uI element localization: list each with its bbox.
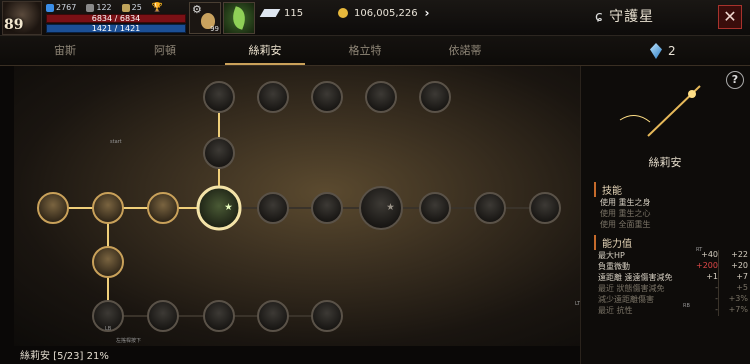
tree-node-unlocked[interactable] <box>92 246 124 278</box>
skills-title: 技能 <box>594 182 622 197</box>
tab-silian[interactable]: 絲莉安 <box>215 36 315 65</box>
attribute-value-current: +40 <box>701 250 718 259</box>
star-icon: ★ <box>224 202 232 213</box>
attribute-row: 減少遠距離傷害 - +3% <box>598 294 748 305</box>
close-button[interactable]: ✕ <box>718 5 742 29</box>
attribute-name: 最近 狀態傷害減免 <box>598 284 665 293</box>
attribute-row: 最近 抗性 - +7% <box>598 305 748 316</box>
leaf-icon <box>229 6 249 30</box>
tab-zeus[interactable]: 宙斯 <box>15 36 115 65</box>
attribute-value-current: - <box>715 305 718 314</box>
pouch-slot[interactable]: ⚙ 99 <box>189 2 221 34</box>
attribute-value-current: +200 <box>696 261 718 270</box>
attack-stat: 2767 <box>46 3 76 12</box>
attribute-value-current: - <box>715 283 718 292</box>
attribute-row: 遠距離 遠遠傷害減免 +1 +7 <box>598 272 748 283</box>
attribute-value-max: +22 <box>718 250 748 261</box>
tree-node-locked[interactable] <box>474 192 506 224</box>
attribute-name: 最近 抗性 <box>598 306 633 315</box>
attribute-name: 遠距離 遠遠傷害減免 <box>598 273 673 282</box>
attribute-name: 負重微動 <box>598 262 630 271</box>
character-name: 絲莉安 <box>648 156 682 169</box>
attribute-value-max: +20 <box>718 261 748 272</box>
trophy-stat: 🏆 <box>152 3 163 13</box>
lb-label: LB <box>105 326 112 332</box>
skill-item: 使用 重生之身 <box>600 198 651 207</box>
tree-node-locked[interactable] <box>365 81 397 113</box>
slot-count: 99 <box>210 25 219 33</box>
tab-aton[interactable]: 阿頓 <box>115 36 215 65</box>
chevron-right-icon[interactable]: › <box>419 5 435 21</box>
attribute-row: 最大HP +40 +22 <box>598 250 748 261</box>
tab-inotti[interactable]: 依諾蒂 <box>415 36 515 65</box>
tree-node-locked[interactable] <box>203 81 235 113</box>
player-level: 89 <box>4 17 24 33</box>
tree-node-locked[interactable] <box>311 192 343 224</box>
trophy-icon: 🏆 <box>151 2 164 13</box>
attack-icon <box>46 3 54 12</box>
tree-node-locked[interactable] <box>147 300 179 332</box>
attribute-name: 減少遠距離傷害 <box>598 295 654 304</box>
feather-currency: 115 <box>259 4 303 22</box>
tree-node-unlocked[interactable] <box>37 192 69 224</box>
star-icon: ★ <box>386 202 394 213</box>
buff-icon <box>121 3 130 12</box>
attribute-value-current: - <box>715 294 718 303</box>
tab-grit[interactable]: 格立特 <box>315 36 415 65</box>
lb-sublabel: 左搖桿按下 <box>116 338 142 344</box>
player-stats: 2767 122 25 🏆 <box>46 2 163 13</box>
crescent-emblem-icon <box>619 85 701 143</box>
attribute-value-current: +1 <box>706 272 718 281</box>
tree-node-locked[interactable] <box>257 300 289 332</box>
attribute-value-max: +3% <box>718 294 748 305</box>
tree-node-locked[interactable] <box>311 81 343 113</box>
attribute-value-max: +7 <box>718 272 748 283</box>
constellation-tabs: 宙斯 阿頓 絲莉安 格立特 依諾蒂 <box>0 36 750 66</box>
tree-node-locked[interactable] <box>529 192 561 224</box>
tree-node-unlocked[interactable] <box>92 192 124 224</box>
window-title: ɕ 守護星 <box>595 9 655 25</box>
start-label: start <box>110 139 122 145</box>
rt-label: RT <box>696 247 703 253</box>
tree-node-locked[interactable] <box>311 300 343 332</box>
hp-bar: 6834 / 6834 <box>46 14 186 23</box>
stat-two: 122 <box>86 3 112 12</box>
tree-node-unlocked[interactable] <box>147 192 179 224</box>
tree-progress: 絲莉安 [5/23] 21% <box>20 351 109 362</box>
attribute-row: 最近 狀態傷害減免 - +5 <box>598 283 748 294</box>
swirl-icon: ɕ <box>595 9 604 25</box>
tree-node-locked[interactable] <box>257 81 289 113</box>
coin-icon <box>338 8 348 18</box>
skill-item: 使用 全面重生 <box>600 220 651 229</box>
tree-node-locked[interactable] <box>257 192 289 224</box>
feather-icon <box>259 9 281 17</box>
constellation-tree: ★ ★ start LB 左搖桿按下 LT <box>14 66 580 346</box>
tree-node-locked[interactable]: ★ <box>359 186 403 230</box>
tree-node-selected[interactable]: ★ <box>196 185 242 231</box>
mp-bar: 1421 / 1421 <box>46 24 186 33</box>
tree-node-locked[interactable] <box>419 192 451 224</box>
stat-three: 25 <box>121 3 142 12</box>
blue-gem-icon <box>650 43 662 59</box>
tree-node-locked[interactable] <box>203 137 235 169</box>
attribute-name: 最大HP <box>598 251 625 260</box>
help-button[interactable]: ? <box>726 71 744 89</box>
attribute-value-max: +7% <box>718 305 748 316</box>
leaf-slot[interactable] <box>223 2 255 34</box>
shield-icon <box>86 3 95 12</box>
attributes-title: 能力值 <box>594 235 632 250</box>
gear-icon: ⚙ <box>192 3 202 16</box>
attribute-value-max: +5 <box>718 283 748 294</box>
rb-label: RB <box>683 303 690 309</box>
tree-node-locked[interactable] <box>419 81 451 113</box>
attribute-row: 負重微動 +200 +20 <box>598 261 748 272</box>
tree-node-locked[interactable] <box>203 300 235 332</box>
skill-item: 使用 重生之心 <box>600 209 651 218</box>
gem-counter: 2 <box>650 43 676 59</box>
tree-graph: ★ ★ <box>37 81 561 332</box>
top-bar: 89 2767 122 25 🏆 6834 / 6834 1421 / 1421… <box>0 0 750 36</box>
